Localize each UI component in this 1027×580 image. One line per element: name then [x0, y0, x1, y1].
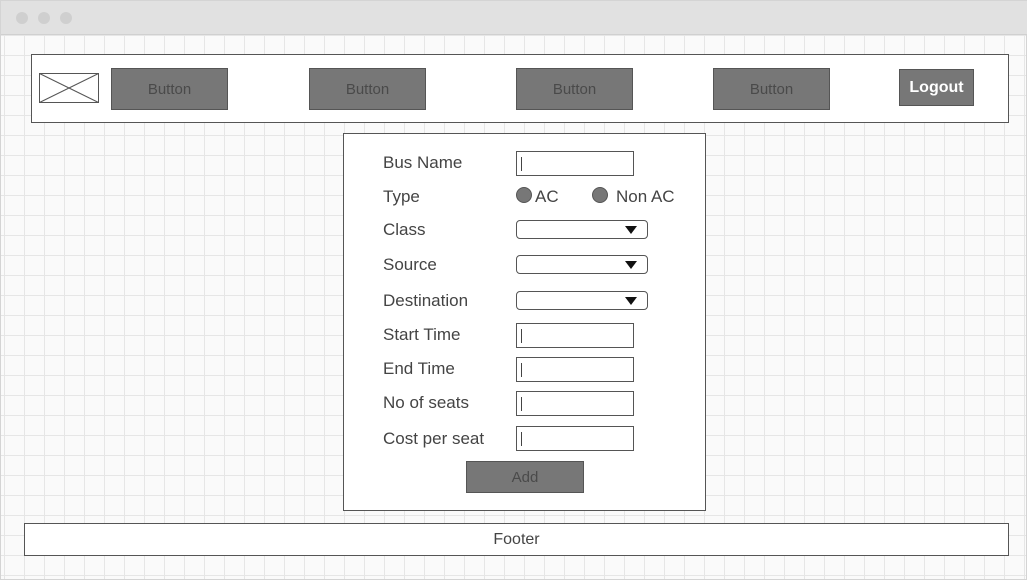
- chevron-down-icon: [625, 297, 637, 305]
- chevron-down-icon: [625, 261, 637, 269]
- radio-non-ac-label: Non AC: [616, 187, 675, 206]
- window-minimize-dot[interactable]: [38, 12, 50, 24]
- window-maximize-dot[interactable]: [60, 12, 72, 24]
- radio-ac-label: AC: [535, 187, 559, 206]
- end-time-input[interactable]: [516, 357, 634, 382]
- nav-button-2[interactable]: Button: [309, 68, 426, 110]
- type-label: Type: [383, 187, 420, 206]
- radio-non-ac[interactable]: [592, 187, 608, 203]
- start-time-label: Start Time: [383, 325, 461, 344]
- radio-ac[interactable]: [516, 187, 532, 203]
- destination-select[interactable]: [516, 291, 648, 310]
- browser-window: Button Button Button Button Logout Bus N…: [0, 0, 1027, 580]
- navbar: Button Button Button Button Logout: [31, 54, 1009, 123]
- nav-button-4[interactable]: Button: [713, 68, 830, 110]
- start-time-input[interactable]: [516, 323, 634, 348]
- nav-button-3[interactable]: Button: [516, 68, 633, 110]
- seats-input[interactable]: [516, 391, 634, 416]
- source-select[interactable]: [516, 255, 648, 274]
- bus-name-label: Bus Name: [383, 153, 463, 172]
- add-button[interactable]: Add: [466, 461, 584, 493]
- cost-per-seat-input[interactable]: [516, 426, 634, 451]
- class-select[interactable]: [516, 220, 648, 239]
- footer: Footer: [24, 523, 1009, 556]
- end-time-label: End Time: [383, 359, 455, 378]
- bus-name-input[interactable]: [516, 151, 634, 176]
- image-placeholder-icon: [39, 73, 99, 103]
- destination-label: Destination: [383, 291, 469, 310]
- seats-label: No of seats: [383, 393, 469, 412]
- window-close-dot[interactable]: [16, 12, 28, 24]
- window-titlebar: [1, 1, 1027, 35]
- logout-button[interactable]: Logout: [899, 69, 974, 106]
- chevron-down-icon: [625, 226, 637, 234]
- nav-button-1[interactable]: Button: [111, 68, 228, 110]
- cost-per-seat-label: Cost per seat: [383, 429, 485, 448]
- class-label: Class: [383, 220, 426, 239]
- source-label: Source: [383, 255, 437, 274]
- add-bus-form: Bus Name Type AC Non AC Class Source Des…: [343, 133, 706, 511]
